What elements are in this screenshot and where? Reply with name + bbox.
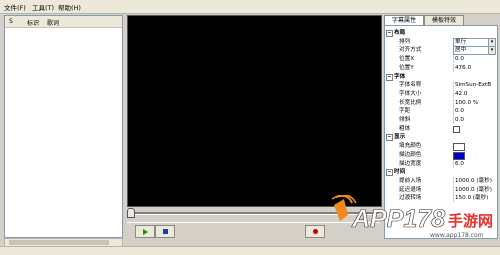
property-value[interactable]: 0.0 [453, 116, 497, 124]
property-value[interactable]: 1000.0 (毫秒) [453, 185, 497, 194]
property-label: 填充颜色 [399, 143, 422, 150]
collapse-icon[interactable]: − [386, 30, 393, 37]
watermark-phone-icon [334, 199, 348, 221]
property-row[interactable]: 位置X 0.0 [385, 55, 497, 64]
tab-template-effects[interactable]: 模板特效 [424, 15, 464, 25]
property-label: 字距 [399, 108, 411, 115]
property-value[interactable]: SimSun-ExtB [453, 81, 497, 90]
property-label: 位置Y [399, 64, 414, 71]
property-row[interactable]: 对齐方式 居中 ▾ [385, 46, 497, 56]
property-label: 描边颜色 [399, 151, 422, 158]
menu-tools[interactable]: 工具(T) [32, 2, 54, 12]
menu-file[interactable]: 文件(F) [4, 2, 26, 12]
watermark-brand: APP178 [351, 205, 445, 233]
video-preview [127, 15, 382, 207]
record-icon [312, 229, 318, 234]
property-category[interactable]: − 时间 [385, 168, 497, 177]
property-row[interactable]: 描边颜色 [385, 151, 497, 160]
column-lyrics[interactable]: 歌词 [47, 18, 59, 27]
property-category[interactable]: − 字体 [385, 73, 497, 81]
property-label: 倾斜 [399, 117, 411, 123]
property-row[interactable]: 字距 0.0 [385, 107, 497, 116]
bold-checkbox[interactable] [453, 125, 460, 133]
property-value[interactable]: 6.0 [453, 159, 497, 168]
property-label: 粗体 [399, 125, 411, 132]
property-row[interactable]: 位置Y 476.0 [385, 63, 497, 72]
property-row[interactable]: 延迟退场 1000.0 (毫秒) [385, 185, 497, 194]
property-label: 描边宽度 [399, 160, 422, 167]
category-label: 布局 [394, 30, 406, 36]
property-label: 提前入场 [399, 177, 422, 184]
property-label: 位置X [399, 56, 415, 63]
property-row[interactable]: 字体名称 SimSun-ExtB [385, 81, 497, 90]
property-row[interactable]: 粗体 [385, 125, 497, 133]
property-label: 字体名称 [399, 82, 422, 89]
property-value[interactable]: 42.0 [453, 89, 497, 98]
property-label: 对齐方式 [399, 47, 422, 54]
property-category[interactable]: − 布局 [385, 29, 497, 37]
property-tabs: 字幕属性 模板特效 [384, 15, 496, 26]
property-select[interactable]: 单行 [453, 37, 490, 47]
chevron-down-icon[interactable]: ▾ [488, 46, 496, 56]
property-value[interactable]: 476.0 [453, 63, 497, 72]
category-label: 字体 [394, 73, 406, 80]
stop-icon [162, 229, 168, 234]
menu-bar: 文件(F) 工具(T) 帮助(H) [0, 0, 500, 14]
property-row[interactable]: 长宽比例 100.0 % [385, 98, 497, 107]
property-select[interactable]: 居中 [453, 46, 490, 56]
property-label: 字体大小 [399, 90, 422, 97]
lyrics-list[interactable]: S 标识 歌词 [4, 15, 123, 238]
watermark-domain: www.app178.com [430, 232, 484, 239]
property-value[interactable]: 1000.0 (毫秒) [453, 176, 497, 185]
property-label: 延迟退场 [399, 186, 422, 193]
category-label: 时间 [394, 169, 406, 176]
column-status[interactable]: S [9, 18, 13, 25]
property-row[interactable]: 提前入场 1000.0 (毫秒) [385, 176, 497, 185]
app178-watermark: APP178 手游网 www.app178.com [331, 195, 493, 239]
property-label: 长宽比例 [399, 99, 422, 106]
play-icon [142, 228, 148, 235]
property-value[interactable]: 0.0 [453, 55, 497, 64]
list-scroll-thumb[interactable] [9, 240, 109, 245]
property-row[interactable]: 描边宽度 6.0 [385, 159, 497, 168]
list-header: S 标识 歌词 [5, 16, 122, 28]
record-button[interactable] [305, 225, 325, 238]
chevron-down-icon[interactable]: ▾ [488, 37, 496, 47]
menu-help[interactable]: 帮助(H) [58, 2, 81, 12]
property-value[interactable]: 100.0 % [453, 98, 497, 107]
property-row[interactable]: 倾斜 0.0 [385, 116, 497, 124]
watermark-suffix: 手游网 [448, 212, 493, 230]
play-button[interactable] [135, 225, 155, 238]
timeline-thumb[interactable] [127, 208, 135, 218]
property-row[interactable]: 填充颜色 [385, 142, 497, 152]
category-label: 显示 [394, 134, 406, 141]
collapse-icon[interactable]: − [386, 73, 393, 81]
property-category[interactable]: − 显示 [385, 133, 497, 142]
collapse-icon[interactable]: − [386, 134, 393, 142]
property-row[interactable]: 排列 单行 ▾ [385, 37, 497, 47]
column-tag[interactable]: 标识 [27, 18, 39, 27]
property-value[interactable]: 0.0 [453, 107, 497, 116]
stop-button[interactable] [155, 225, 175, 238]
collapse-icon[interactable]: − [386, 169, 393, 177]
property-label: 排列 [399, 38, 411, 45]
property-row[interactable]: 字体大小 42.0 [385, 89, 497, 98]
